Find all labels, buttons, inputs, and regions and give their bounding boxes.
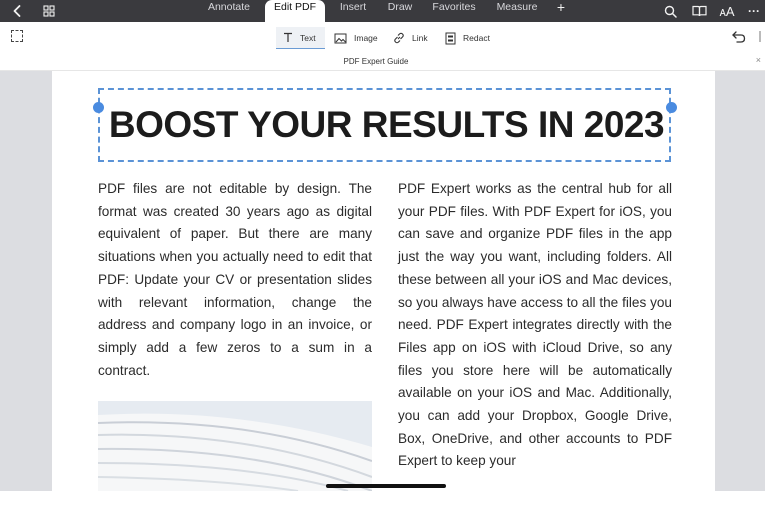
more-label: ··· bbox=[748, 4, 760, 18]
document-title: PDF Expert Guide bbox=[343, 57, 409, 66]
document-title-bar: PDF Expert Guide × bbox=[0, 52, 765, 71]
image-icon bbox=[334, 33, 347, 43]
tool-text[interactable]: Text bbox=[276, 27, 325, 49]
home-indicator[interactable] bbox=[326, 484, 446, 488]
add-tab-button[interactable]: + bbox=[552, 0, 570, 22]
tool-link[interactable]: Link bbox=[393, 27, 433, 49]
architecture-photo[interactable] bbox=[98, 401, 372, 491]
search-icon[interactable] bbox=[661, 0, 679, 22]
document-canvas[interactable]: BOOST YOUR RESULTS IN 2023 PDF files are… bbox=[0, 71, 765, 491]
left-column-text[interactable]: PDF files are not editable by design. Th… bbox=[98, 178, 372, 382]
close-document-icon[interactable]: × bbox=[756, 55, 761, 65]
tool-label: Link bbox=[412, 33, 428, 43]
pdf-page[interactable]: BOOST YOUR RESULTS IN 2023 PDF files are… bbox=[52, 71, 715, 491]
top-tab-bar: Annotate Edit PDF Insert Draw Favorites … bbox=[0, 0, 765, 22]
text-size-icon[interactable]: ᴀA bbox=[716, 0, 738, 22]
tool-label: Image bbox=[354, 33, 378, 43]
text-size-label: ᴀA bbox=[719, 3, 735, 19]
tab-insert[interactable]: Insert bbox=[333, 0, 373, 22]
tab-label: Annotate bbox=[207, 1, 251, 13]
edit-toolbar: Text Image Link Redact bbox=[0, 22, 765, 52]
toolbar-divider bbox=[759, 31, 761, 42]
tab-label: Draw bbox=[387, 1, 413, 13]
back-chevron-icon[interactable] bbox=[8, 0, 26, 22]
tab-edit-pdf[interactable]: Edit PDF bbox=[265, 0, 325, 22]
tab-measure[interactable]: Measure bbox=[491, 0, 543, 22]
book-icon[interactable] bbox=[689, 0, 709, 22]
tab-favorites[interactable]: Favorites bbox=[428, 0, 480, 22]
tab-annotate[interactable]: Annotate bbox=[200, 0, 258, 22]
tab-label: Favorites bbox=[432, 1, 476, 13]
undo-icon[interactable] bbox=[732, 30, 746, 48]
bottom-area bbox=[0, 491, 765, 532]
tab-label: Edit PDF bbox=[273, 1, 316, 13]
selection-tool-icon[interactable] bbox=[11, 30, 23, 42]
tab-draw[interactable]: Draw bbox=[382, 0, 418, 22]
tool-image[interactable]: Image bbox=[334, 27, 384, 49]
selected-text-box[interactable]: BOOST YOUR RESULTS IN 2023 bbox=[98, 88, 671, 162]
resize-handle-left[interactable] bbox=[93, 102, 104, 113]
tab-label: Measure bbox=[496, 1, 538, 13]
grid-icon[interactable] bbox=[40, 0, 58, 22]
headline-text[interactable]: BOOST YOUR RESULTS IN 2023 bbox=[100, 90, 673, 160]
resize-handle-right[interactable] bbox=[666, 102, 677, 113]
redact-icon bbox=[445, 32, 456, 44]
right-column-text[interactable]: PDF Expert works as the central hub for … bbox=[398, 178, 672, 473]
tool-label: Redact bbox=[463, 33, 490, 43]
more-icon[interactable]: ··· bbox=[745, 0, 763, 22]
add-tab-label: + bbox=[556, 0, 566, 15]
tool-redact[interactable]: Redact bbox=[445, 27, 495, 49]
text-icon bbox=[284, 32, 292, 42]
tab-label: Insert bbox=[339, 1, 367, 13]
tool-label: Text bbox=[300, 32, 316, 43]
link-icon bbox=[394, 32, 404, 44]
